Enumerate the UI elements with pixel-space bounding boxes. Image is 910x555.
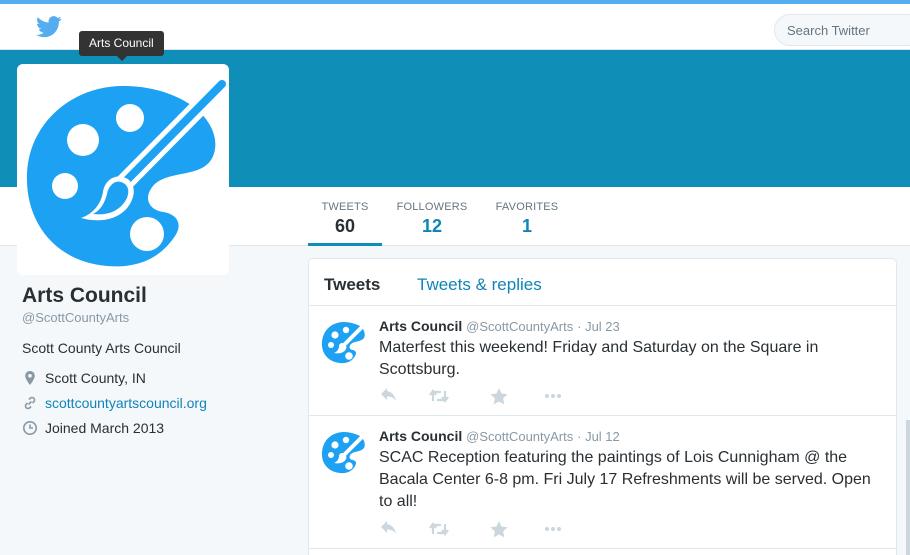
reply-icon[interactable]	[379, 387, 399, 405]
tab-tweets[interactable]: Tweets	[324, 275, 380, 295]
profile-joined-text: Joined March 2013	[45, 420, 165, 436]
more-options-icon[interactable]	[543, 387, 563, 405]
reply-icon[interactable]	[379, 520, 399, 538]
tweet-avatar[interactable]	[320, 318, 368, 366]
timeline-tabs: Tweets Tweets & replies	[309, 259, 896, 306]
profile-name[interactable]: Arts Council	[22, 284, 292, 308]
tweet-header: Arts Council @ScottCountyArts · Jul 23	[379, 318, 620, 334]
retweet-icon[interactable]	[429, 520, 449, 538]
profile-card: Arts Council @ScottCountyArts Scott Coun…	[22, 284, 292, 436]
tweet-text: Materfest this weekend! Friday and Satur…	[379, 339, 819, 378]
profile-website-link[interactable]: scottcountyartscouncil.org	[45, 395, 207, 411]
avatar-tooltip: Arts Council	[79, 31, 164, 61]
tweet-item[interactable]: Arts Council @ScottCountyArts · Jul 12 S…	[309, 416, 896, 549]
profile-location-text: Scott County, IN	[45, 370, 146, 386]
search-input[interactable]	[774, 14, 910, 46]
favorite-star-icon[interactable]	[489, 387, 509, 405]
clock-icon	[23, 421, 37, 435]
tweet-author-name[interactable]: Arts Council	[379, 318, 462, 334]
stat-favorites-label: FAVORITES	[495, 201, 559, 213]
stat-followers-value: 12	[421, 216, 443, 236]
stat-followers[interactable]: FOLLOWERS 12	[392, 187, 472, 246]
profile-joined: Joined March 2013	[22, 420, 292, 436]
tweet-header: Arts Council @ScottCountyArts · Jul 12	[379, 428, 620, 444]
tweet-author-handle[interactable]: @ScottCountyArts	[466, 319, 573, 334]
profile-bio: Scott County Arts Council	[22, 340, 181, 356]
tweet-item[interactable]: Arts Council @ScottCountyArts · Jul 23 M…	[309, 306, 896, 416]
tweet-author-handle[interactable]: @ScottCountyArts	[466, 429, 573, 444]
twitter-bird-icon[interactable]	[36, 16, 62, 38]
stat-favorites-value: 1	[521, 216, 532, 236]
tweet-author-name[interactable]: Arts Council	[379, 428, 462, 444]
profile-avatar[interactable]	[17, 64, 231, 275]
retweet-icon[interactable]	[429, 387, 449, 405]
link-icon	[24, 396, 36, 410]
tweet-avatar[interactable]	[320, 428, 368, 476]
stat-tweets[interactable]: TWEETS 60	[308, 187, 382, 246]
right-edge-scrollbar[interactable]	[906, 420, 910, 555]
timeline-panel: Tweets Tweets & replies Arts Council @Sc…	[308, 258, 897, 555]
tab-tweets-and-replies[interactable]: Tweets & replies	[417, 275, 542, 295]
profile-location: Scott County, IN	[22, 370, 292, 386]
favorite-star-icon[interactable]	[489, 520, 509, 538]
profile-handle[interactable]: @ScottCountyArts	[22, 310, 292, 325]
tweet-date[interactable]: · Jul 12	[577, 429, 620, 444]
stat-favorites[interactable]: FAVORITES 1	[490, 187, 564, 246]
profile-website: scottcountyartscouncil.org	[22, 395, 292, 411]
location-pin-icon	[25, 371, 35, 385]
palette-icon	[26, 75, 231, 267]
tweet-date[interactable]: · Jul 23	[577, 319, 620, 334]
stat-tweets-label: TWEETS	[321, 201, 369, 213]
tweet-text: SCAC Reception featuring the paintings o…	[379, 449, 871, 510]
stat-followers-label: FOLLOWERS	[396, 201, 468, 213]
more-options-icon[interactable]	[543, 520, 563, 538]
stat-tweets-value: 60	[334, 216, 356, 236]
